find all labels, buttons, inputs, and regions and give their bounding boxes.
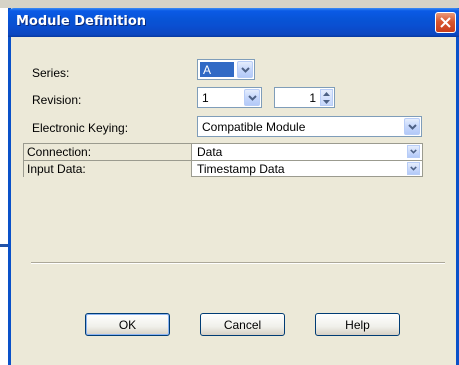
module-definition-dialog: Module Definition Series: A Revision: 1 … — [8, 8, 459, 365]
revision-major-value: 1 — [202, 91, 209, 105]
electronic-keying-dropdown-button[interactable] — [404, 118, 420, 135]
revision-major-select[interactable]: 1 — [197, 87, 262, 108]
grid-row-input-data[interactable]: Input Data: Timestamp Data — [24, 161, 422, 177]
connection-value: Data — [197, 145, 223, 159]
chevron-down-icon — [410, 166, 417, 171]
background-window-strip — [0, 0, 459, 8]
input-data-label: Input Data: — [27, 162, 86, 176]
help-button[interactable]: Help — [315, 313, 400, 336]
input-data-dropdown-button[interactable] — [407, 162, 420, 175]
dialog-title: Module Definition — [16, 14, 147, 29]
series-selected-value: A — [200, 62, 234, 77]
grid-cell-label: Input Data: — [24, 161, 192, 177]
grid-cell-label: Connection: — [24, 144, 192, 160]
series-select[interactable]: A — [197, 59, 255, 80]
connection-label: Connection: — [27, 145, 92, 159]
series-label: Series: — [32, 66, 70, 80]
electronic-keying-value: Compatible Module — [202, 120, 306, 134]
connection-dropdown-button[interactable] — [407, 145, 420, 158]
cancel-button[interactable]: Cancel — [200, 313, 285, 336]
close-icon — [440, 17, 451, 28]
series-value: A — [203, 63, 212, 77]
revision-minor-spin-buttons[interactable] — [320, 89, 333, 106]
chevron-down-icon — [410, 149, 417, 154]
properties-grid: Connection: Data Input Data: Timestamp D… — [23, 143, 423, 177]
revision-minor-value: 1 — [309, 91, 316, 105]
spin-up-icon[interactable] — [321, 90, 332, 98]
revision-major-dropdown-button[interactable] — [244, 89, 260, 106]
chevron-down-icon — [247, 94, 257, 101]
separator-line — [31, 262, 445, 264]
grid-row-connection[interactable]: Connection: Data — [24, 144, 422, 160]
electronic-keying-label: Electronic Keying: — [32, 121, 129, 135]
revision-minor-spinner[interactable]: 1 — [274, 87, 335, 108]
spin-down-icon[interactable] — [321, 98, 332, 106]
chevron-down-icon — [240, 66, 250, 73]
revision-label: Revision: — [32, 93, 82, 107]
chevron-down-icon — [407, 123, 417, 130]
title-bar[interactable]: Module Definition — [8, 8, 459, 37]
electronic-keying-select[interactable]: Compatible Module — [197, 116, 422, 137]
input-data-value: Timestamp Data — [197, 162, 285, 176]
ok-button[interactable]: OK — [85, 313, 170, 336]
series-dropdown-button[interactable] — [237, 61, 253, 78]
close-button[interactable] — [435, 12, 456, 33]
